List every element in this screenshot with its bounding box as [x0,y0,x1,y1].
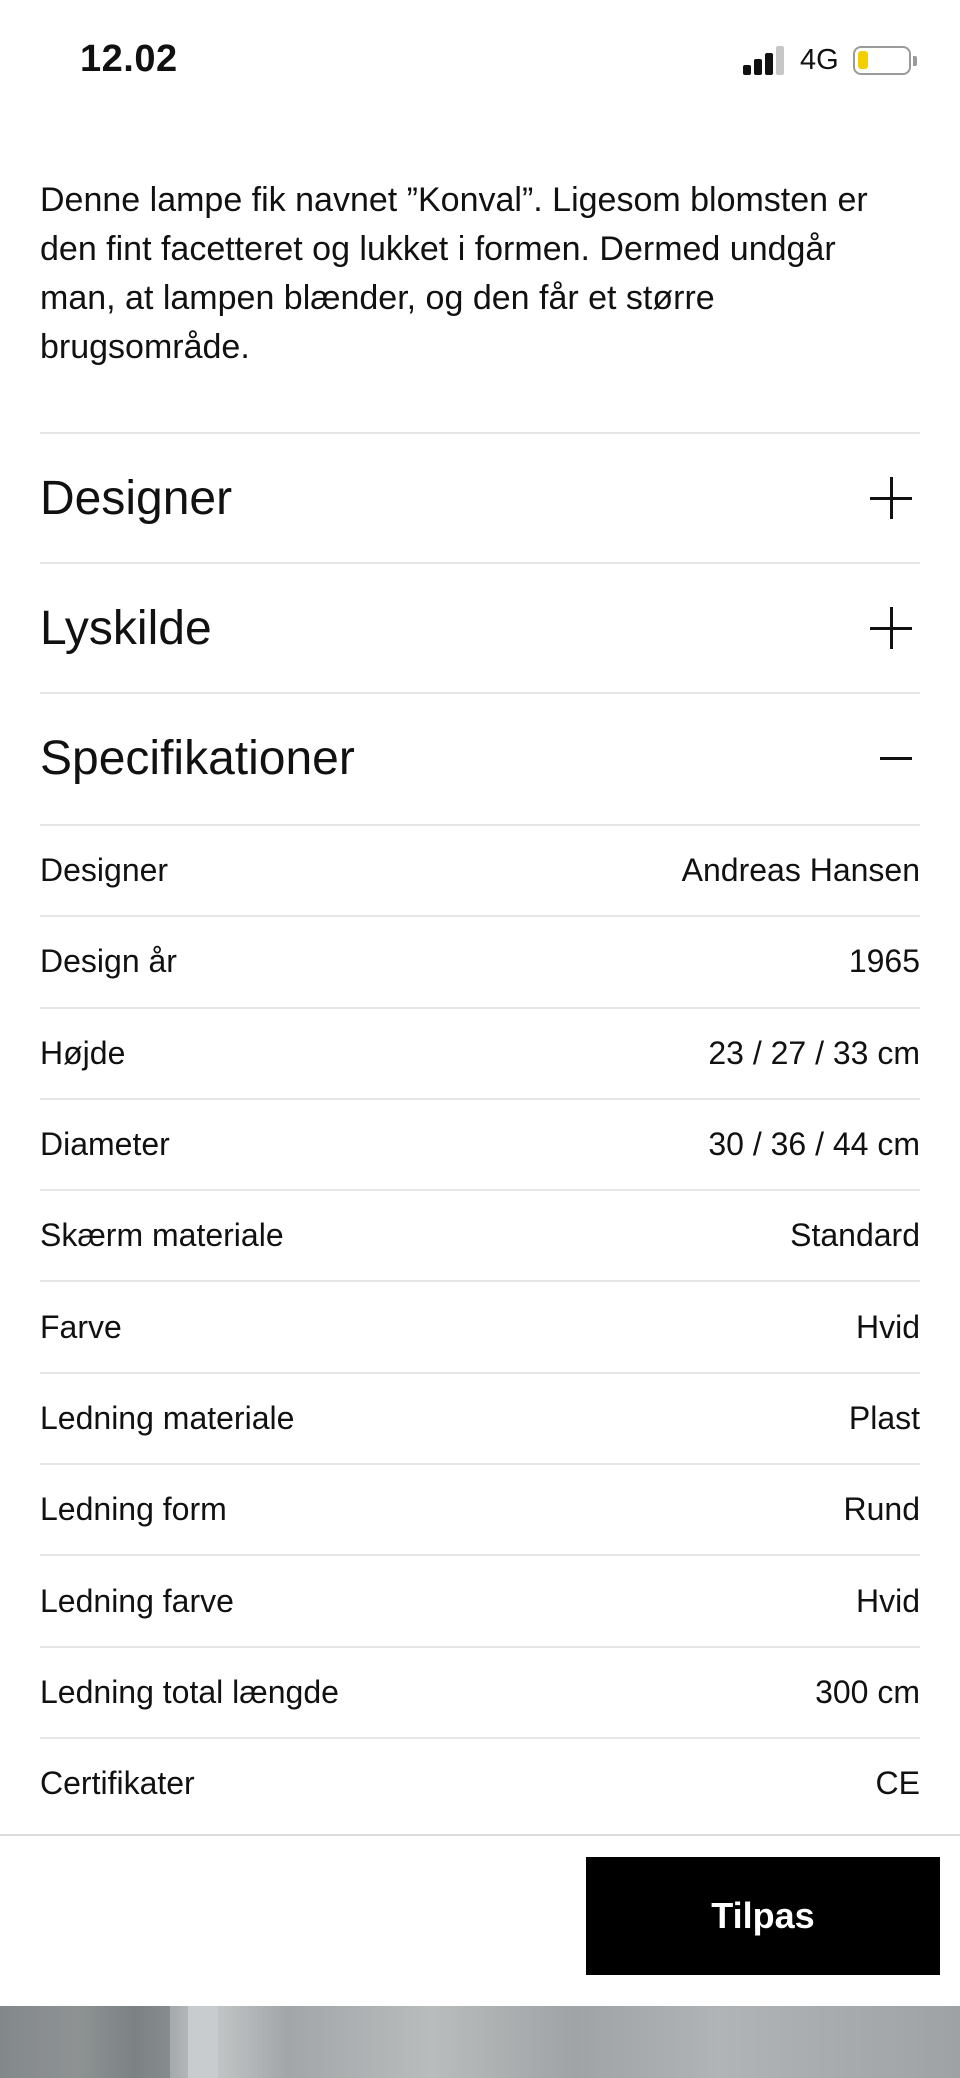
spec-row: Ledning total længde 300 cm [40,1645,920,1737]
accordion-lyskilde[interactable]: Lyskilde [40,562,920,692]
spec-row: Designer Andreas Hansen [40,824,920,915]
spec-value: Hvid [855,1582,920,1619]
spec-value: Hvid [855,1308,920,1345]
product-photo [0,2006,960,2078]
bottom-bar-divider [0,1834,960,1836]
spec-label: Designer [40,852,169,889]
spec-row: Ledning materiale Plast [40,1371,920,1463]
spec-row: Design år 1965 [40,915,920,1006]
spec-row: Certifikater CE [40,1736,920,1828]
spec-row: Farve Hvid [40,1280,920,1371]
status-bar: 12.02 4G [0,0,960,120]
spec-value: 300 cm [815,1673,920,1710]
spec-label: Skærm materiale [40,1217,284,1254]
accordion-title: Lyskilde [40,601,212,655]
spec-value: 30 / 36 / 44 cm [708,1126,920,1163]
accordion-title: Specifikationer [40,731,355,785]
minus-icon[interactable] [880,737,912,779]
product-description: Denne lampe fik navnet ”Konval”. Ligesom… [40,181,868,366]
spec-value: Rund [843,1491,921,1528]
spec-value: Standard [790,1217,920,1254]
network-type: 4G [800,44,839,76]
spec-label: Ledning farve [40,1582,234,1619]
spec-label: Certifikater [40,1765,195,1802]
spec-label: Ledning total længde [40,1673,339,1710]
plus-icon[interactable] [870,607,912,649]
product-page: 12.02 4G Denne lampe fik navnet ”Konval”… [0,0,960,2078]
specifications-table: Designer Andreas Hansen Design år 1965 H… [40,824,920,1828]
spec-value: CE [875,1765,920,1802]
spec-value: 23 / 27 / 33 cm [708,1034,920,1071]
status-time: 12.02 [80,38,178,80]
plus-icon[interactable] [870,477,912,519]
spec-label: Farve [40,1308,122,1345]
spec-row: Ledning form Rund [40,1463,920,1554]
battery-icon [853,46,917,75]
spec-row: Skærm materiale Standard [40,1189,920,1280]
spec-value: 1965 [848,943,920,980]
accordion-specifikationer[interactable]: Specifikationer [40,692,920,822]
spec-label: Design år [40,943,177,980]
spec-label: Ledning materiale [40,1399,295,1436]
spec-value: Plast [848,1399,920,1436]
spec-label: Diameter [40,1126,170,1163]
accordion-title: Designer [40,471,233,525]
product-accordion: Designer Lyskilde Specifikationer [40,432,920,822]
spec-label: Ledning form [40,1491,227,1528]
spec-value: Andreas Hansen [681,852,920,889]
signal-strength-icon [743,45,787,75]
spec-label: Højde [40,1034,126,1071]
spec-row: Diameter 30 / 36 / 44 cm [40,1097,920,1189]
customize-button[interactable]: Tilpas [586,1857,940,1975]
spec-row: Ledning farve Hvid [40,1554,920,1645]
spec-row: Højde 23 / 27 / 33 cm [40,1006,920,1098]
accordion-designer[interactable]: Designer [40,432,920,562]
